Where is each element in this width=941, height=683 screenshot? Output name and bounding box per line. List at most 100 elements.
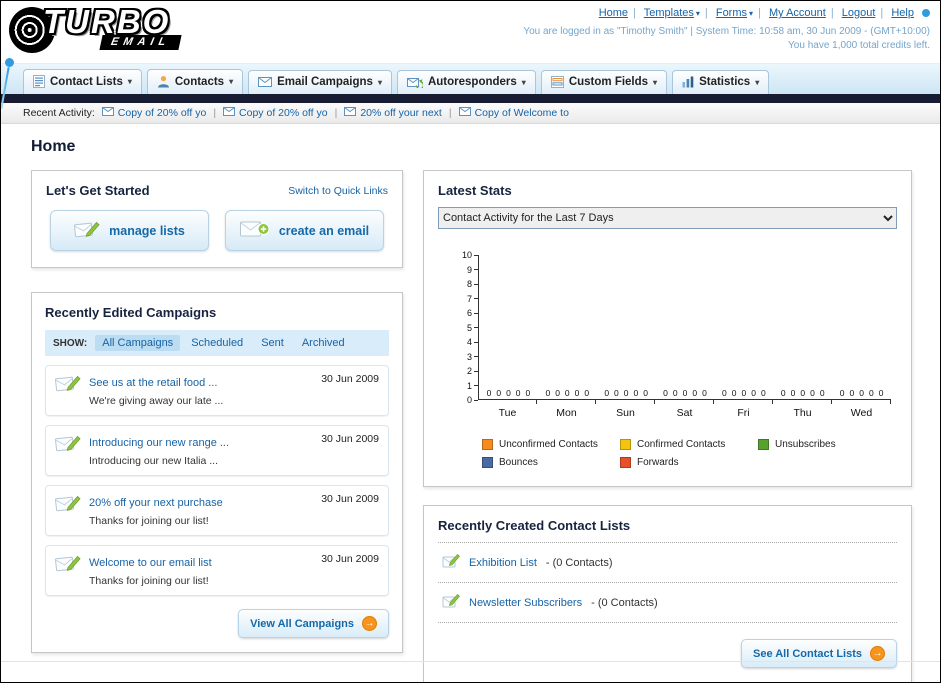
decorative-dot-icon bbox=[5, 58, 14, 67]
logo[interactable]: TURBO EMAIL bbox=[9, 5, 182, 63]
campaign-title-link[interactable]: 20% off your next purchase bbox=[89, 497, 223, 509]
y-axis-tick-label: 1 bbox=[467, 381, 478, 391]
envelope-pencil-icon bbox=[74, 219, 100, 242]
show-label: SHOW: bbox=[53, 337, 88, 349]
campaign-filter-bar: SHOW: All Campaigns Scheduled Sent Archi… bbox=[45, 330, 389, 356]
campaign-date: 30 Jun 2009 bbox=[321, 493, 379, 505]
chevron-down-icon: ▾ bbox=[521, 77, 526, 87]
tab-label: Autoresponders bbox=[427, 76, 517, 88]
credits-info: You have 1,000 total credits left. bbox=[788, 40, 930, 51]
chart-legend: Unconfirmed Contacts Confirmed Contacts Un… bbox=[482, 439, 897, 468]
top-link-my-account[interactable]: My Account bbox=[769, 7, 826, 19]
switch-quick-links-link[interactable]: Switch to Quick Links bbox=[288, 185, 388, 197]
recent-activity-link[interactable]: Copy of 20% off yo bbox=[239, 107, 328, 119]
contact-list-link[interactable]: Newsletter Subscribers bbox=[469, 597, 582, 609]
envelope-plus-icon bbox=[239, 219, 270, 242]
create-email-button[interactable]: create an email bbox=[225, 210, 384, 251]
filter-sent[interactable]: Sent bbox=[254, 335, 291, 351]
envelope-icon bbox=[344, 107, 357, 119]
campaign-date: 30 Jun 2009 bbox=[321, 373, 379, 385]
campaign-date: 30 Jun 2009 bbox=[321, 553, 379, 565]
campaign-list-item[interactable]: Introducing our new range ... Introducin… bbox=[45, 425, 389, 476]
x-axis-label: Mon bbox=[556, 407, 577, 419]
top-links: Home | Templates ▾ | Forms ▾ | My Account | Lo… bbox=[523, 7, 930, 19]
top-link-home[interactable]: Home bbox=[599, 7, 628, 19]
stats-period-select[interactable]: Contact Activity for the Last 7 Days bbox=[438, 207, 897, 229]
campaign-list-item[interactable]: Welcome to our email list Thanks for joi… bbox=[45, 545, 389, 596]
bar-group-values: 00000 bbox=[545, 388, 590, 398]
legend-item: Confirmed Contacts bbox=[620, 439, 758, 450]
legend-swatch bbox=[758, 439, 769, 450]
chevron-down-icon: ▾ bbox=[229, 77, 234, 86]
tab-label: Contacts bbox=[174, 75, 225, 88]
recent-activity-item[interactable]: Copy of 20% off yo bbox=[101, 107, 207, 119]
x-axis-label: Thu bbox=[793, 407, 812, 419]
campaign-title-link[interactable]: Welcome to our email list bbox=[89, 557, 212, 569]
main-content: Home Let's Get Started Switch to Quick L… bbox=[1, 124, 940, 682]
custom-fields-icon bbox=[550, 76, 564, 88]
contact-list-link[interactable]: Exhibition List bbox=[469, 557, 537, 569]
tab-label: Email Campaigns bbox=[277, 76, 373, 88]
top-link-forms[interactable]: Forms ▾ bbox=[716, 7, 753, 19]
top-link-help[interactable]: Help bbox=[891, 7, 914, 19]
chart-x-axis: Tue Mon Sun Sat Fri Thu Wed bbox=[478, 407, 891, 419]
legend-swatch bbox=[482, 457, 493, 468]
contact-list-item[interactable]: Newsletter Subscribers - (0 Contacts) bbox=[438, 583, 897, 623]
y-axis-tick-label: 2 bbox=[467, 366, 478, 376]
y-axis-tick-label: 7 bbox=[467, 294, 478, 304]
tab-contact-lists[interactable]: Contact Lists ▾ bbox=[23, 69, 142, 94]
legend-label: Unconfirmed Contacts bbox=[499, 439, 598, 450]
chevron-down-icon: ▾ bbox=[755, 77, 760, 87]
recent-activity-link[interactable]: Copy of Welcome to bbox=[475, 107, 569, 119]
top-link-logout[interactable]: Logout bbox=[842, 7, 876, 19]
filter-archived[interactable]: Archived bbox=[295, 335, 352, 351]
filter-all-campaigns[interactable]: All Campaigns bbox=[95, 335, 181, 351]
envelope-pencil-icon bbox=[55, 553, 81, 578]
recent-activity-item[interactable]: Copy of Welcome to bbox=[458, 107, 569, 119]
campaign-subtitle: Thanks for joining our list! bbox=[89, 575, 209, 587]
tab-statistics[interactable]: Statistics ▾ bbox=[672, 70, 770, 94]
login-info: You are logged in as "Timothy Smith" | S… bbox=[523, 26, 930, 37]
campaign-title-link[interactable]: See us at the retail food ... bbox=[89, 377, 217, 389]
envelope-pencil-icon bbox=[55, 433, 81, 458]
legend-label: Forwards bbox=[637, 457, 679, 468]
view-all-campaigns-button[interactable]: View All Campaigns → bbox=[238, 609, 389, 638]
separator: | bbox=[758, 7, 761, 19]
y-axis-tick-label: 3 bbox=[467, 352, 478, 362]
recent-activity-link[interactable]: Copy of 20% off yo bbox=[118, 107, 207, 119]
recent-activity-label: Recent Activity: bbox=[23, 107, 95, 119]
separator: | bbox=[704, 7, 708, 19]
tab-email-campaigns[interactable]: Email Campaigns ▾ bbox=[248, 70, 392, 94]
separator: | bbox=[334, 107, 338, 119]
arrow-right-icon: → bbox=[870, 646, 885, 661]
campaign-subtitle: We're giving away our late ... bbox=[89, 395, 224, 407]
envelope-icon bbox=[223, 107, 236, 119]
manage-lists-button[interactable]: manage lists bbox=[50, 210, 209, 251]
see-all-contact-lists-button[interactable]: See All Contact Lists → bbox=[740, 639, 897, 668]
legend-label: Confirmed Contacts bbox=[637, 439, 726, 450]
chart-plot-area: 00000 00000 00000 00000 00000 00000 00000 bbox=[478, 255, 891, 400]
campaign-list-item[interactable]: See us at the retail food ... We're givi… bbox=[45, 365, 389, 416]
legend-item: Forwards bbox=[620, 457, 758, 468]
campaign-list-item[interactable]: 20% off your next purchase Thanks for jo… bbox=[45, 485, 389, 536]
bar-group-values: 00000 bbox=[486, 388, 531, 398]
tab-label: Contact Lists bbox=[50, 75, 123, 88]
recent-activity-item[interactable]: 20% off your next bbox=[344, 107, 442, 119]
tab-contacts[interactable]: Contacts ▾ bbox=[146, 69, 244, 94]
logo-text-stack: TURBO EMAIL bbox=[43, 5, 182, 50]
top-link-templates[interactable]: Templates ▾ bbox=[644, 7, 700, 19]
y-axis-tick-label: 6 bbox=[467, 308, 478, 318]
filter-scheduled[interactable]: Scheduled bbox=[184, 335, 250, 351]
chevron-down-icon: ▾ bbox=[695, 9, 700, 18]
chevron-down-icon: ▾ bbox=[127, 77, 132, 86]
contact-lists-title: Recently Created Contact Lists bbox=[438, 518, 897, 543]
contact-list-item[interactable]: Exhibition List - (0 Contacts) bbox=[438, 543, 897, 583]
separator: | bbox=[213, 107, 217, 119]
recent-activity-item[interactable]: Copy of 20% off yo bbox=[223, 107, 328, 119]
y-axis-tick-label: 10 bbox=[462, 250, 478, 260]
tab-custom-fields[interactable]: Custom Fields ▾ bbox=[540, 70, 668, 94]
recent-activity-link[interactable]: 20% off your next bbox=[360, 107, 442, 119]
campaign-title-link[interactable]: Introducing our new range ... bbox=[89, 437, 229, 449]
tab-autoresponders[interactable]: Autoresponders ▾ bbox=[396, 70, 536, 94]
top-link-label: Forms bbox=[715, 7, 748, 19]
